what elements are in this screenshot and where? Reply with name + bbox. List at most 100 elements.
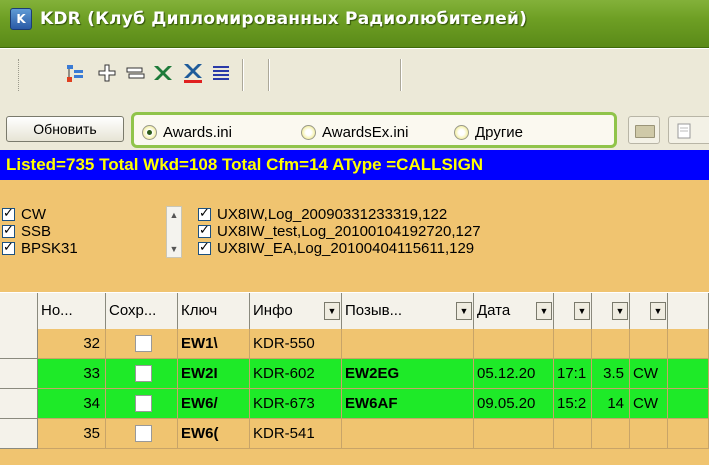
row-header-corner (0, 293, 38, 330)
toolbar-separator (242, 59, 244, 91)
column-header-band[interactable]: ▼ (592, 293, 630, 330)
cell-extra (668, 329, 709, 359)
toolbar-separator (268, 59, 270, 91)
cell-band: 3.5 (592, 359, 630, 389)
ini-file-radio-group: Awards.ini AwardsEx.ini Другие (131, 112, 617, 148)
cell-callsign (342, 419, 474, 449)
checkbox-unchecked-icon[interactable] (134, 395, 152, 412)
checkbox-checked-icon[interactable] (198, 240, 211, 255)
cell-number: 32 (38, 329, 106, 359)
column-header-number[interactable]: Но... (38, 293, 106, 330)
checkbox-unchecked-icon[interactable] (134, 425, 152, 442)
cell-extra (668, 359, 709, 389)
file-selection-bar: Обновить Awards.ini AwardsEx.ini Другие (0, 102, 709, 150)
checkbox-checked-icon[interactable] (2, 240, 15, 255)
column-header-date[interactable]: Дата ▼ (474, 293, 554, 330)
cell-save[interactable] (106, 389, 178, 419)
cell-callsign (342, 329, 474, 359)
open-folder-button[interactable] (628, 116, 660, 144)
radio-unselected-icon (301, 125, 316, 140)
radio-awards-ini[interactable]: Awards.ini (142, 124, 232, 141)
radio-unselected-icon (454, 125, 469, 140)
cell-save[interactable] (106, 419, 178, 449)
row-selector[interactable] (0, 359, 38, 389)
cell-save[interactable] (106, 359, 178, 389)
column-header-save[interactable]: Сохр... (106, 293, 178, 330)
cell-key: EW6( (178, 419, 250, 449)
table-row[interactable]: 34 EW6/ KDR-673 EW6AF 09.05.20 15:2 14 C… (0, 389, 709, 419)
toolbar-grip[interactable] (18, 59, 21, 91)
qso-grid: Но... Сохр... Ключ Инфо ▼ Позыв... ▼ Дат… (0, 292, 709, 465)
checkbox-checked-icon[interactable] (2, 206, 15, 221)
radio-label: Awards.ini (163, 124, 232, 141)
mode-list-scrollbar[interactable]: ▲ ▼ (166, 206, 182, 258)
title-bar[interactable]: K KDR (Клуб Дипломированных Радиолюбител… (0, 0, 709, 48)
refresh-button[interactable]: Обновить (6, 116, 124, 142)
cell-date (474, 329, 554, 359)
checkbox-checked-icon[interactable] (198, 206, 211, 221)
column-header-extra[interactable] (668, 293, 709, 330)
chevron-down-icon[interactable]: ▼ (612, 302, 628, 320)
cell-date: 05.12.20 (474, 359, 554, 389)
log-filter-item[interactable]: UX8IW_EA,Log_20100404115611,129 (198, 240, 481, 257)
table-row[interactable]: 32 EW1\ KDR-550 (0, 329, 709, 359)
excel-export-red-icon[interactable] (182, 61, 204, 85)
mode-filter-item[interactable]: BPSK31 (2, 240, 78, 257)
chevron-down-icon[interactable]: ▼ (536, 302, 552, 320)
cell-date: 09.05.20 (474, 389, 554, 419)
cell-info: KDR-541 (250, 419, 342, 449)
list-icon[interactable] (124, 61, 146, 85)
cell-callsign: EW6AF (342, 389, 474, 419)
mode-filter-item[interactable]: CW (2, 206, 78, 223)
scroll-down-icon[interactable]: ▼ (167, 241, 181, 257)
cell-time (554, 329, 592, 359)
cell-save[interactable] (106, 329, 178, 359)
toolbar (0, 48, 709, 100)
row-selector[interactable] (0, 419, 38, 449)
row-selector[interactable] (0, 329, 38, 359)
column-header-info[interactable]: Инфо ▼ (250, 293, 342, 330)
checkbox-checked-icon[interactable] (2, 223, 15, 238)
chevron-down-icon[interactable]: ▼ (456, 302, 472, 320)
chevron-down-icon[interactable]: ▼ (650, 302, 666, 320)
chevron-down-icon[interactable]: ▼ (574, 302, 590, 320)
column-header-mode[interactable]: ▼ (630, 293, 668, 330)
add-icon[interactable] (96, 61, 118, 85)
lines-icon[interactable] (210, 61, 232, 85)
excel-export-icon[interactable] (152, 61, 174, 85)
checkbox-checked-icon[interactable] (198, 223, 211, 238)
checkbox-unchecked-icon[interactable] (134, 335, 152, 352)
cell-extra (668, 389, 709, 419)
toolbar-separator (400, 59, 402, 91)
table-row[interactable]: 35 EW6( KDR-541 (0, 419, 709, 449)
cell-extra (668, 419, 709, 449)
radio-awardsex-ini[interactable]: AwardsEx.ini (301, 124, 408, 141)
cell-time: 15:2 (554, 389, 592, 419)
radio-selected-icon (142, 125, 157, 140)
cell-info: KDR-550 (250, 329, 342, 359)
radio-other[interactable]: Другие (454, 124, 523, 141)
column-header-key[interactable]: Ключ (178, 293, 250, 330)
grid-header: Но... Сохр... Ключ Инфо ▼ Позыв... ▼ Дат… (0, 292, 709, 330)
folder-icon (635, 125, 655, 138)
column-header-time[interactable]: ▼ (554, 293, 592, 330)
app-icon: K (10, 8, 32, 30)
log-filter-item[interactable]: UX8IW_test,Log_20100104192720,127 (198, 223, 481, 240)
status-summary: Listed=735 Total Wkd=108 Total Cfm=14 AT… (0, 150, 709, 180)
log-filter-item[interactable]: UX8IW,Log_20090331233319,122 (198, 206, 481, 223)
chevron-down-icon[interactable]: ▼ (324, 302, 340, 320)
tree-add-icon[interactable] (64, 61, 86, 85)
scroll-up-icon[interactable]: ▲ (167, 207, 181, 223)
cell-band (592, 329, 630, 359)
cell-number: 35 (38, 419, 106, 449)
checkbox-unchecked-icon[interactable] (134, 365, 152, 382)
mode-filter-item[interactable]: SSB (2, 223, 78, 240)
cell-number: 34 (38, 389, 106, 419)
cell-callsign: EW2EG (342, 359, 474, 389)
filter-panel: CW SSB BPSK31 ▲ ▼ UX8IW,Log_200903312333… (0, 180, 709, 292)
row-selector[interactable] (0, 389, 38, 419)
edit-file-button[interactable] (668, 116, 709, 144)
column-header-callsign[interactable]: Позыв... ▼ (342, 293, 474, 330)
table-row[interactable]: 33 EW2I KDR-602 EW2EG 05.12.20 17:1 3.5 … (0, 359, 709, 389)
cell-mode: CW (630, 359, 668, 389)
